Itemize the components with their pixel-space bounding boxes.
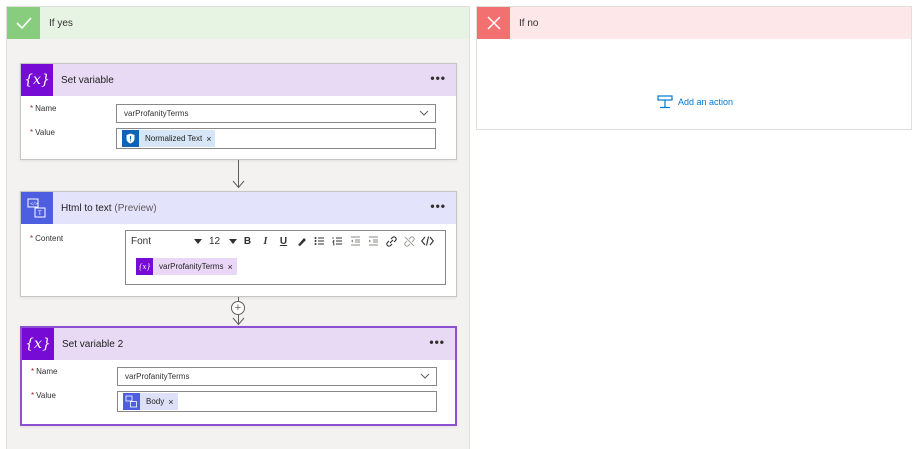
value-token[interactable]: Body × [123,393,178,410]
if-yes-header[interactable]: If yes [7,7,469,39]
add-an-action-label: Add an action [678,97,734,107]
set-variable-header[interactable]: {x} Set variable ••• [21,64,456,96]
token-label: varProfanityTerms [159,262,224,271]
more-options-icon[interactable]: ••• [429,336,445,348]
arrow-down-icon [232,317,245,326]
variable-icon: {x} [136,258,153,275]
highlight-icon[interactable] [294,233,309,249]
set-variable-2-card: {x} Set variable 2 ••• * Name varProfanit… [20,326,457,426]
name-dropdown[interactable]: varProfanityTerms [116,104,436,123]
if-no-title: If no [519,17,539,29]
chevron-down-icon [420,373,430,379]
html-to-text-icon [123,393,140,410]
font-dropdown[interactable]: Font [131,233,206,249]
name-value: varProfanityTerms [125,372,190,381]
insert-step-button[interactable]: + [231,301,245,315]
arrow-down-icon [232,180,245,189]
variable-icon: {x} [22,328,54,360]
name-value: varProfanityTerms [124,109,189,118]
value-input[interactable]: Normalized Text × [116,128,436,149]
checkmark-icon [7,7,40,39]
name-label: * Name [30,104,57,113]
numbered-list-icon[interactable] [330,233,345,249]
value-input[interactable]: Body × [117,391,437,412]
set-variable-2-header[interactable]: {x} Set variable 2 ••• [22,328,455,360]
font-size-dropdown[interactable]: 12 [209,233,237,249]
italic-button[interactable]: I [258,233,273,249]
content-editor[interactable]: Font 12 B I U {x} varProfanityTerms × [125,230,446,285]
name-row: * Name varProfanityTerms [21,104,436,123]
editor-toolbar: Font 12 B I U [126,231,445,251]
name-row: * Name varProfanityTerms [22,367,437,386]
card-title: Set variable [61,74,114,86]
add-an-action-button[interactable]: Add an action [657,95,733,109]
remove-token-icon[interactable]: × [227,262,236,272]
close-icon [477,7,510,39]
underline-button[interactable]: U [276,233,291,249]
svg-text:T: T [37,210,42,217]
bold-button[interactable]: B [240,233,255,249]
remove-token-icon[interactable]: × [206,134,215,144]
value-label: * Value [31,391,56,400]
if-yes-title: If yes [49,17,73,29]
remove-token-icon[interactable]: × [168,397,177,407]
bullet-list-icon[interactable] [312,233,327,249]
more-options-icon[interactable]: ••• [430,72,446,84]
html-to-text-icon: </> T [21,192,53,224]
if-no-header[interactable]: If no [477,7,911,39]
content-label: * Content [30,234,64,243]
value-label: * Value [30,128,55,137]
value-row: * Value Normalized Text × [21,128,436,149]
set-variable-card: {x} Set variable ••• * Name varProfanityT… [20,63,457,160]
name-dropdown[interactable]: varProfanityTerms [117,367,437,386]
code-view-icon[interactable] [420,233,435,249]
variable-icon: {x} [21,64,53,96]
content-token[interactable]: {x} varProfanityTerms × [136,258,237,275]
value-row: * Value Body × [22,391,437,412]
more-options-icon[interactable]: ••• [430,200,446,212]
name-label: * Name [31,367,58,376]
card-title: Html to text (Preview) [61,202,157,214]
add-action-icon [657,95,673,109]
html-to-text-card: </> T Html to text (Preview) ••• * Content… [20,191,457,297]
svg-text:</>: </> [30,201,38,206]
card-title: Set variable 2 [62,338,124,350]
increase-indent-icon[interactable] [366,233,381,249]
value-token[interactable]: Normalized Text × [122,130,216,147]
html-to-text-header[interactable]: </> T Html to text (Preview) ••• [21,192,456,224]
if-no-branch: If no Add an action [476,6,912,130]
shield-icon [122,130,139,147]
token-label: Normalized Text [145,134,203,143]
unlink-icon[interactable] [402,233,417,249]
link-icon[interactable] [384,233,399,249]
decrease-indent-icon[interactable] [348,233,363,249]
token-label: Body [146,397,165,406]
chevron-down-icon [419,110,429,116]
